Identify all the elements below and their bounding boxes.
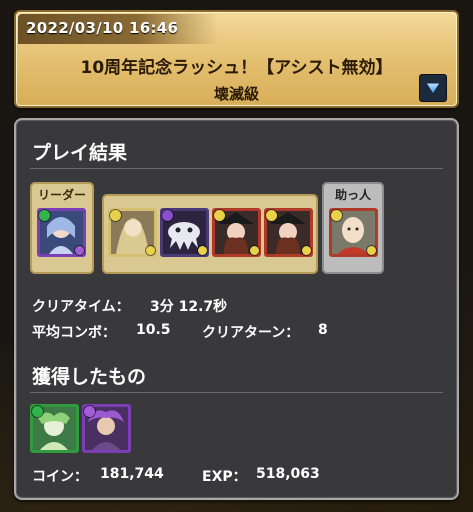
attribute-orb: [84, 406, 95, 417]
attribute-orb: [214, 210, 225, 221]
sub-attribute-orb: [198, 246, 207, 255]
sub-attribute-orb: [146, 246, 155, 255]
attribute-orb: [32, 406, 43, 417]
attribute-orb: [110, 210, 121, 221]
clear-turn-value: 8: [318, 322, 328, 338]
divider: [30, 392, 443, 393]
clear-turn-label: クリアターン：: [202, 325, 300, 341]
result-panel: プレイ結果 リーダー 助っ人 クリアタイム： 3分 12.7秒 平均コンボ： 1…: [14, 118, 459, 500]
expand-menu-button[interactable]: [419, 74, 447, 102]
sub1-monster-icon[interactable]: [108, 208, 157, 257]
helper-monster-icon[interactable]: [329, 208, 378, 257]
avg-combo-label: 平均コンボ：: [32, 325, 116, 341]
clear-time-value: 3分 12.7秒: [150, 299, 228, 315]
sub2-monster-icon[interactable]: [160, 208, 209, 257]
exp-label: EXP：: [202, 469, 247, 485]
triangle-down-icon: [425, 82, 441, 95]
sub-attribute-orb: [367, 246, 376, 255]
sub-members: [102, 194, 318, 274]
play-datetime: 2022/03/10 16:46: [26, 19, 179, 37]
reward2-monster-icon[interactable]: [82, 404, 131, 453]
clear-time-label: クリアタイム：: [32, 299, 130, 315]
coin-value: 181,744: [100, 466, 164, 482]
attribute-orb: [162, 210, 173, 221]
divider: [30, 168, 443, 169]
leader-monster-icon[interactable]: [37, 208, 86, 257]
avg-combo-value: 10.5: [136, 322, 171, 338]
play-result-title: プレイ結果: [32, 142, 128, 164]
attribute-orb: [266, 210, 277, 221]
dungeon-header: 2022/03/10 16:46 10周年記念ラッシュ！【アシスト無効】 壊滅級: [14, 10, 459, 108]
exp-value: 518,063: [256, 466, 320, 482]
dungeon-title: 10周年記念ラッシュ！【アシスト無効】: [80, 58, 393, 78]
reward1-monster-icon[interactable]: [30, 404, 79, 453]
rewards-title: 獲得したもの: [32, 366, 147, 388]
leader-tag: リーダー: [37, 188, 86, 202]
dungeon-difficulty: 壊滅級: [213, 85, 259, 103]
sub-attribute-orb: [302, 246, 311, 255]
attribute-orb: [331, 210, 342, 221]
leader-slot: リーダー: [30, 182, 94, 274]
helper-tag: 助っ人: [334, 188, 371, 202]
sub-attribute-orb: [75, 246, 84, 255]
sub-attribute-orb: [250, 246, 259, 255]
sub3-monster-icon[interactable]: [212, 208, 261, 257]
coin-label: コイン：: [32, 469, 88, 485]
helper-slot: 助っ人: [322, 182, 384, 274]
sub4-monster-icon[interactable]: [264, 208, 313, 257]
attribute-orb: [39, 210, 50, 221]
